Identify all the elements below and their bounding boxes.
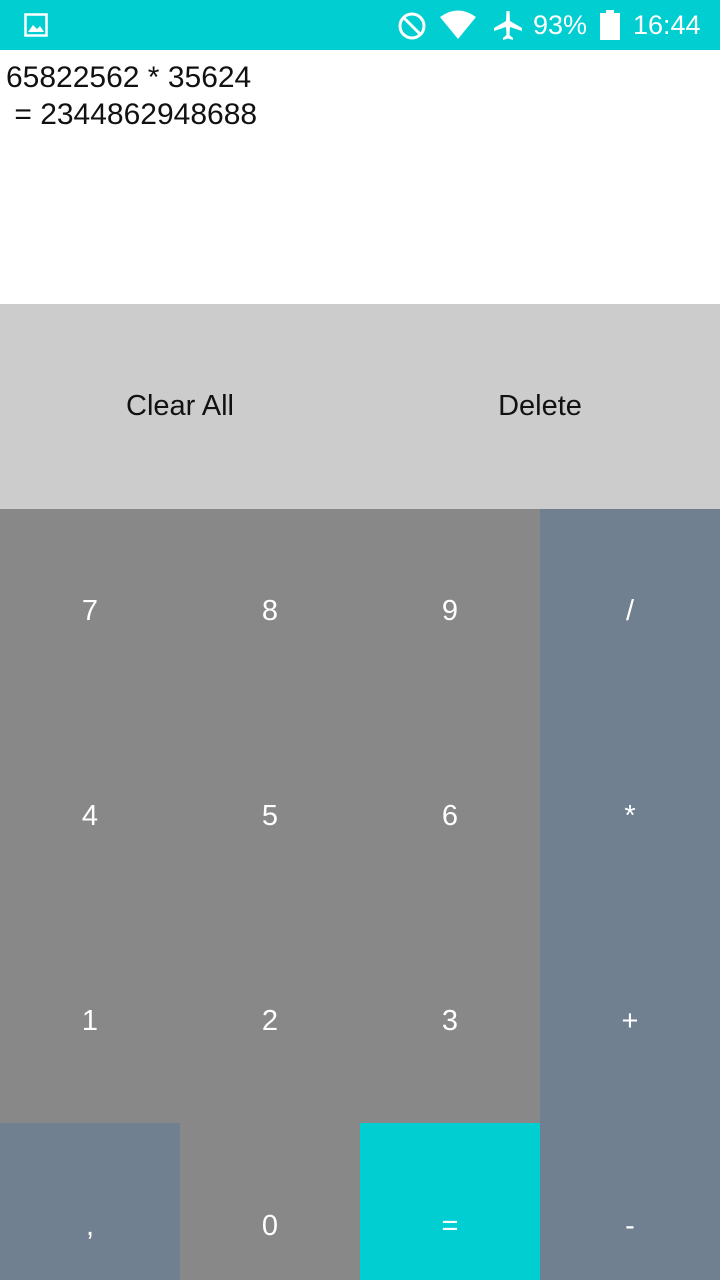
subtract-button[interactable]: - [540, 1123, 720, 1280]
key-0[interactable]: 0 [180, 1123, 360, 1280]
calculator-display: 65822562 * 35624 = 2344862948688 [0, 50, 720, 304]
airplane-mode-icon [494, 11, 522, 40]
keypad: 7 8 9 / 4 5 6 * 1 2 3 + , 0 = - [0, 509, 720, 1280]
equals-button[interactable]: = [360, 1123, 540, 1280]
key-1[interactable]: 1 [0, 919, 180, 1123]
delete-button[interactable]: Delete [360, 304, 720, 509]
key-5[interactable]: 5 [180, 714, 360, 919]
battery-icon [600, 10, 620, 40]
expression-text: 65822562 * 35624 [6, 61, 252, 94]
control-row: Clear All Delete [0, 304, 720, 509]
key-7[interactable]: 7 [0, 509, 180, 714]
comma-button[interactable]: , [0, 1123, 180, 1280]
key-3[interactable]: 3 [360, 919, 540, 1123]
result-text: = 2344862948688 [6, 98, 258, 131]
key-6[interactable]: 6 [360, 714, 540, 919]
multiply-button[interactable]: * [540, 714, 720, 919]
key-2[interactable]: 2 [180, 919, 360, 1123]
clear-all-button[interactable]: Clear All [0, 304, 360, 509]
key-9[interactable]: 9 [360, 509, 540, 714]
key-8[interactable]: 8 [180, 509, 360, 714]
do-not-disturb-icon [398, 12, 426, 40]
status-bar: 93% 16:44 [0, 0, 720, 50]
key-4[interactable]: 4 [0, 714, 180, 919]
clock: 16:44 [633, 10, 701, 40]
add-button[interactable]: + [540, 919, 720, 1123]
divide-button[interactable]: / [540, 509, 720, 714]
wifi-icon [440, 10, 476, 39]
battery-percentage: 93% [533, 10, 588, 40]
gallery-icon [24, 13, 48, 37]
